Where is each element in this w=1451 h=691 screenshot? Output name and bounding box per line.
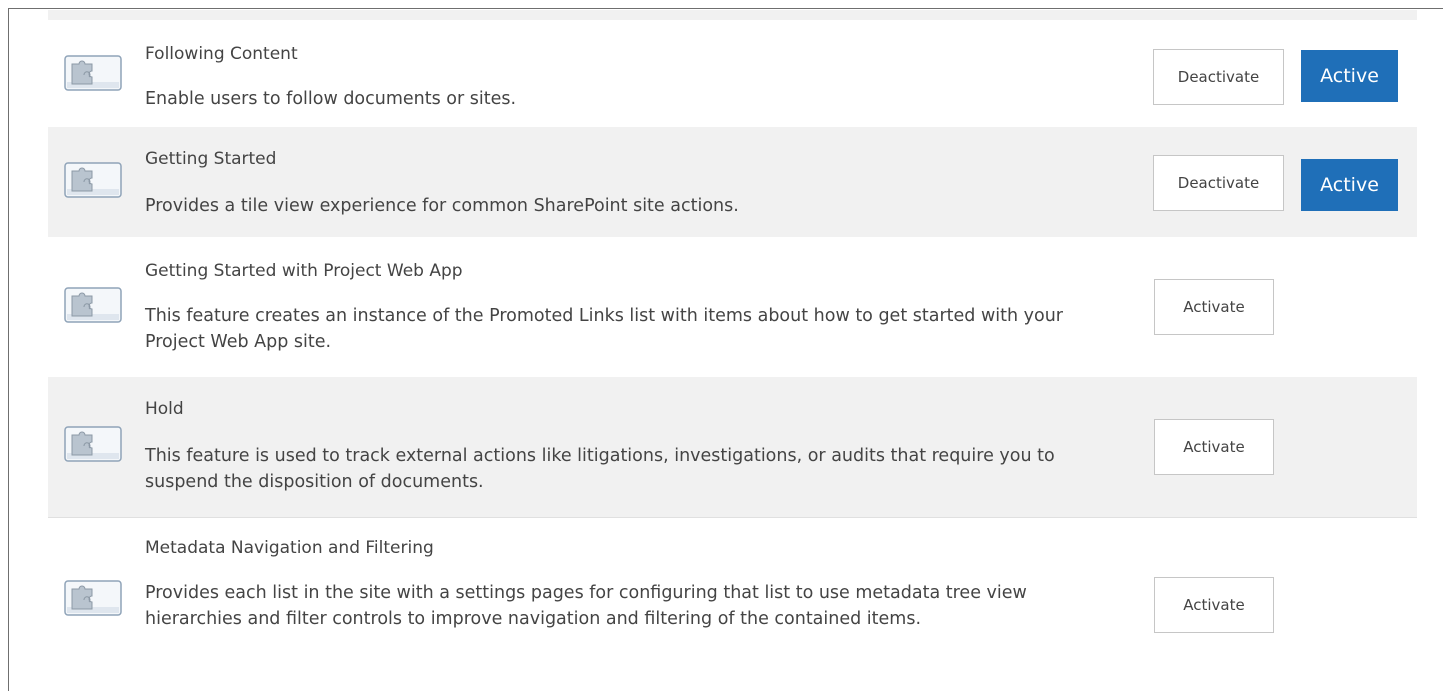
puzzle-piece-icon: [64, 580, 122, 616]
activate-button[interactable]: Activate: [1154, 419, 1274, 475]
deactivate-button[interactable]: Deactivate: [1153, 49, 1284, 105]
feature-description: Provides a tile view experience for comm…: [145, 196, 739, 216]
puzzle-piece-icon: [64, 55, 122, 91]
activate-button[interactable]: Activate: [1154, 577, 1274, 633]
feature-title: Getting Started with Project Web App: [145, 261, 463, 281]
feature-title: Following Content: [145, 44, 298, 64]
feature-description: This feature is used to track external a…: [145, 446, 1055, 492]
top-row-strip: [48, 10, 1417, 20]
puzzle-piece-icon: [64, 162, 122, 198]
feature-row: Following Content Enable users to follow…: [48, 20, 1417, 127]
feature-title: Metadata Navigation and Filtering: [145, 538, 434, 558]
active-status-button[interactable]: Active: [1301, 159, 1398, 211]
active-status-button[interactable]: Active: [1301, 50, 1398, 102]
puzzle-piece-icon: [64, 287, 122, 323]
feature-description: Provides each list in the site with a se…: [145, 583, 1027, 629]
feature-row: Getting Started with Project Web App Thi…: [48, 237, 1417, 377]
feature-title: Hold: [145, 399, 184, 419]
feature-row: Metadata Navigation and Filtering Provid…: [48, 517, 1417, 691]
feature-row: Getting Started Provides a tile view exp…: [48, 127, 1417, 237]
feature-title: Getting Started: [145, 149, 277, 169]
activate-button[interactable]: Activate: [1154, 279, 1274, 335]
feature-description: Enable users to follow documents or site…: [145, 89, 517, 109]
deactivate-button[interactable]: Deactivate: [1153, 155, 1284, 211]
feature-description: This feature creates an instance of the …: [145, 306, 1063, 352]
feature-row: Hold This feature is used to track exter…: [48, 377, 1417, 517]
puzzle-piece-icon: [64, 426, 122, 462]
